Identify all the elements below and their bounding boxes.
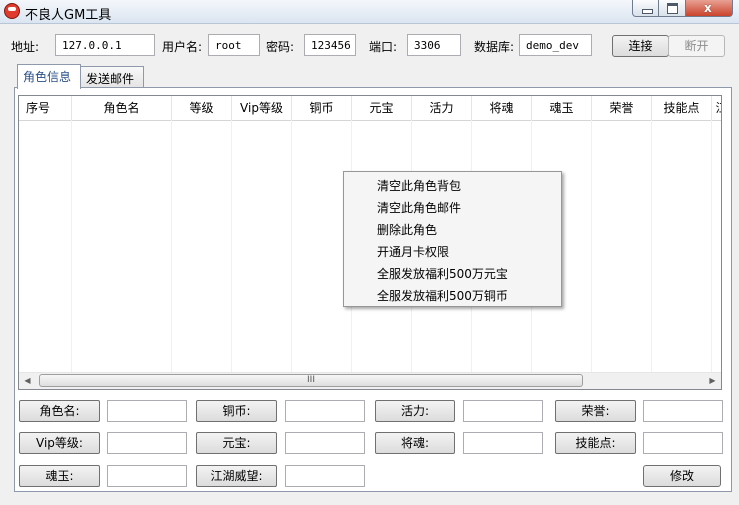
- menu-item-gift-yuanbao[interactable]: 全服发放福利500万元宝: [377, 265, 508, 282]
- menu-item-clear-mail[interactable]: 清空此角色邮件: [377, 199, 461, 216]
- minimize-button[interactable]: [632, 0, 659, 17]
- close-icon: x: [704, 1, 712, 15]
- grid-line: [651, 120, 652, 374]
- column-header[interactable]: 荣誉: [592, 96, 652, 120]
- menu-item-clear-bag[interactable]: 清空此角色背包: [377, 177, 461, 194]
- coins-label: 铜币:: [196, 400, 277, 422]
- database-label: 数据库:: [474, 40, 515, 54]
- column-header[interactable]: 序号: [19, 96, 72, 120]
- disconnect-button[interactable]: 断开: [668, 35, 725, 57]
- scroll-thumb[interactable]: III: [39, 374, 583, 387]
- soul-jade-input[interactable]: [107, 465, 187, 487]
- role-name-label: 角色名:: [19, 400, 100, 422]
- password-input[interactable]: 123456: [304, 34, 356, 56]
- soul-jade-label: 魂玉:: [19, 465, 100, 487]
- column-header[interactable]: 元宝: [352, 96, 412, 120]
- vip-level-input[interactable]: [107, 432, 187, 454]
- list-header: 序号 角色名 等级 Vip等级 铜币 元宝 活力 将魂 魂玉 荣誉 技能点 江: [19, 96, 721, 121]
- port-input[interactable]: 3306: [407, 34, 461, 56]
- general-soul-input[interactable]: [463, 432, 543, 454]
- password-label: 密码:: [266, 40, 295, 54]
- grid-line: [591, 120, 592, 374]
- scroll-right-icon[interactable]: ▶: [704, 373, 721, 389]
- grid-line: [171, 120, 172, 374]
- window-title: 不良人GM工具: [25, 8, 112, 23]
- database-input[interactable]: demo_dev: [519, 34, 592, 56]
- general-soul-label: 将魂:: [375, 432, 455, 454]
- title-bar[interactable]: 不良人GM工具 x: [0, 0, 739, 24]
- yuanbao-input[interactable]: [285, 432, 365, 454]
- window-controls: x: [632, 0, 733, 17]
- yuanbao-label: 元宝:: [196, 432, 277, 454]
- column-header[interactable]: 铜币: [292, 96, 352, 120]
- port-label: 端口:: [369, 40, 398, 54]
- honor-label: 荣誉:: [555, 400, 636, 422]
- prestige-input[interactable]: [285, 465, 365, 487]
- tab-role-info[interactable]: 角色信息: [17, 64, 81, 89]
- username-input[interactable]: root: [208, 34, 260, 56]
- close-button[interactable]: x: [686, 0, 733, 17]
- minimize-icon: [642, 9, 653, 14]
- scroll-left-icon[interactable]: ◀: [19, 373, 36, 389]
- tab-send-mail[interactable]: 发送邮件: [80, 66, 144, 87]
- modify-button[interactable]: 修改: [643, 465, 721, 487]
- maximize-icon: [667, 3, 678, 14]
- grid-line: [291, 120, 292, 374]
- connect-button[interactable]: 连接: [612, 35, 669, 57]
- vip-level-label: Vip等级:: [19, 432, 100, 454]
- honor-input[interactable]: [643, 400, 723, 422]
- menu-item-delete-role[interactable]: 删除此角色: [377, 221, 437, 238]
- context-menu: 清空此角色背包 清空此角色邮件 删除此角色 开通月卡权限 全服发放福利500万元…: [343, 171, 562, 307]
- column-header[interactable]: 魂玉: [532, 96, 592, 120]
- column-header[interactable]: Vip等级: [232, 96, 292, 120]
- maximize-button[interactable]: [659, 0, 686, 17]
- address-label: 地址:: [11, 40, 40, 54]
- column-header[interactable]: 活力: [412, 96, 472, 120]
- vitality-label: 活力:: [375, 400, 455, 422]
- coins-input[interactable]: [285, 400, 365, 422]
- column-header[interactable]: 等级: [172, 96, 232, 120]
- address-input[interactable]: 127.0.0.1: [55, 34, 155, 56]
- skill-points-label: 技能点:: [555, 432, 636, 454]
- menu-item-gift-coins[interactable]: 全服发放福利500万铜币: [377, 287, 508, 304]
- grid-line: [231, 120, 232, 374]
- column-header[interactable]: 江: [712, 96, 721, 120]
- column-header[interactable]: 角色名: [72, 96, 172, 120]
- vitality-input[interactable]: [463, 400, 543, 422]
- username-label: 用户名:: [162, 40, 203, 54]
- skill-points-input[interactable]: [643, 432, 723, 454]
- horizontal-scrollbar[interactable]: ◀ III ▶: [19, 372, 721, 389]
- column-header[interactable]: 将魂: [472, 96, 532, 120]
- menu-item-month-card[interactable]: 开通月卡权限: [377, 243, 449, 260]
- prestige-label: 江湖威望:: [196, 465, 277, 487]
- column-header[interactable]: 技能点: [652, 96, 712, 120]
- grid-line: [71, 120, 72, 374]
- grid-line: [711, 120, 712, 374]
- role-name-input[interactable]: [107, 400, 187, 422]
- app-logo-icon: [4, 3, 20, 19]
